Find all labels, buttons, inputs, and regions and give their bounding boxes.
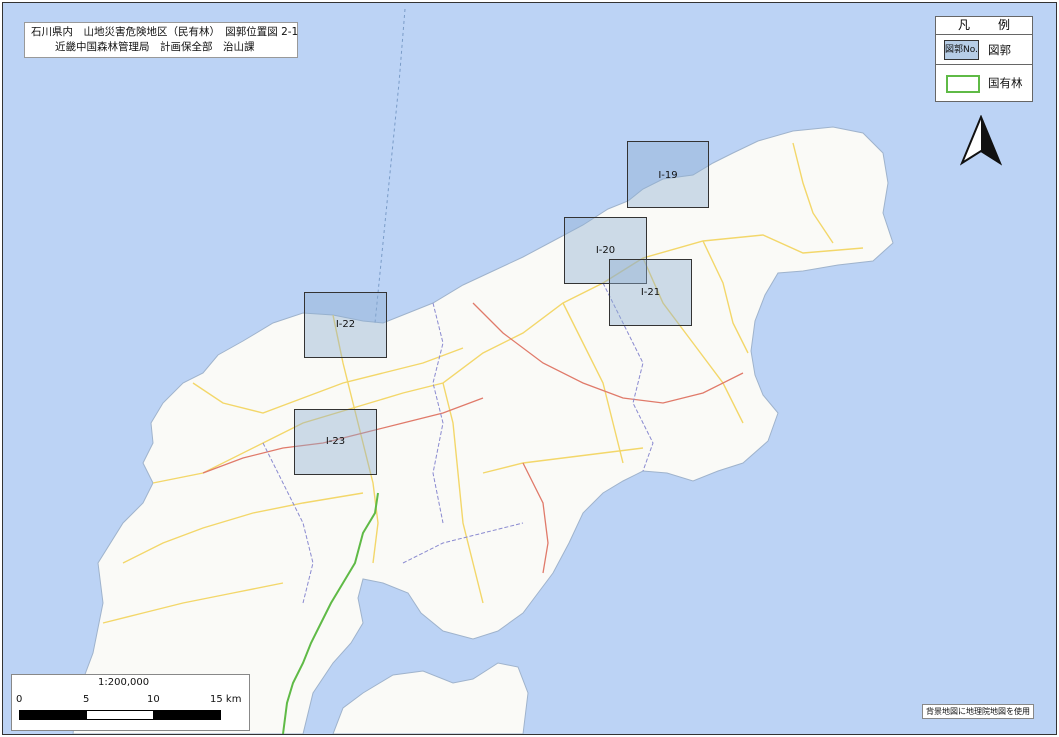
land-area-south (332, 662, 529, 734)
legend-sheet-label: 図郭 (988, 43, 1011, 57)
forest-swatch (946, 75, 980, 93)
north-arrow-icon (959, 114, 1003, 171)
sheet-i-22[interactable]: I-22 (304, 292, 387, 358)
sheet-label: I-21 (640, 287, 661, 298)
scale-bar (19, 710, 221, 720)
scale-tick-5: 5 (83, 694, 90, 705)
sheet-label: I-19 (658, 170, 678, 181)
sheet-label: I-22 (335, 319, 356, 330)
sheet-i-21[interactable]: I-21 (609, 259, 692, 326)
sheet-label: I-23 (325, 436, 346, 447)
legend-header-left: 凡 (958, 18, 971, 32)
scale-segment-1 (20, 711, 87, 719)
scale-ratio: 1:200,000 (98, 677, 150, 688)
scale-tick-10: 10 (147, 694, 160, 705)
legend-row-sheet: 図郭No. 図郭 (936, 35, 1032, 65)
legend-forest-label: 国有林 (988, 76, 1023, 90)
sea-route-line (374, 8, 406, 324)
sheet-i-19[interactable]: I-19 (627, 141, 709, 208)
title-line-1: 石川県内 山地災害危険地区（民有林） 図郭位置図 2-1 (31, 26, 299, 38)
legend-header-right: 例 (998, 18, 1011, 32)
title-line-2: 近畿中国森林管理局 計画保全部 治山課 (55, 41, 255, 53)
scale-tick-0: 0 (16, 694, 23, 705)
legend: 凡 例 図郭No. 図郭 国有林 (935, 16, 1033, 102)
map-credit: 背景地図に地理院地図を使用 (922, 704, 1034, 719)
sheet-swatch: 図郭No. (944, 40, 979, 60)
map-canvas[interactable] (3, 3, 1056, 734)
legend-header: 凡 例 (936, 17, 1032, 35)
sheet-label: I-20 (595, 245, 616, 256)
scale-bar-box: 1:200,000 0 5 10 15 km (11, 674, 250, 731)
map-view[interactable]: I-19 I-20 I-21 I-22 I-23 (2, 2, 1057, 735)
scale-tick-15: 15 km (210, 694, 242, 705)
scale-segment-3 (153, 711, 220, 719)
map-title: 石川県内 山地災害危険地区（民有林） 図郭位置図 2-1 近畿中国森林管理局 計… (24, 22, 298, 58)
legend-row-forest: 国有林 (936, 65, 1032, 101)
scale-segment-2 (87, 711, 153, 719)
sheet-i-23[interactable]: I-23 (294, 409, 377, 475)
land-area (72, 126, 894, 734)
